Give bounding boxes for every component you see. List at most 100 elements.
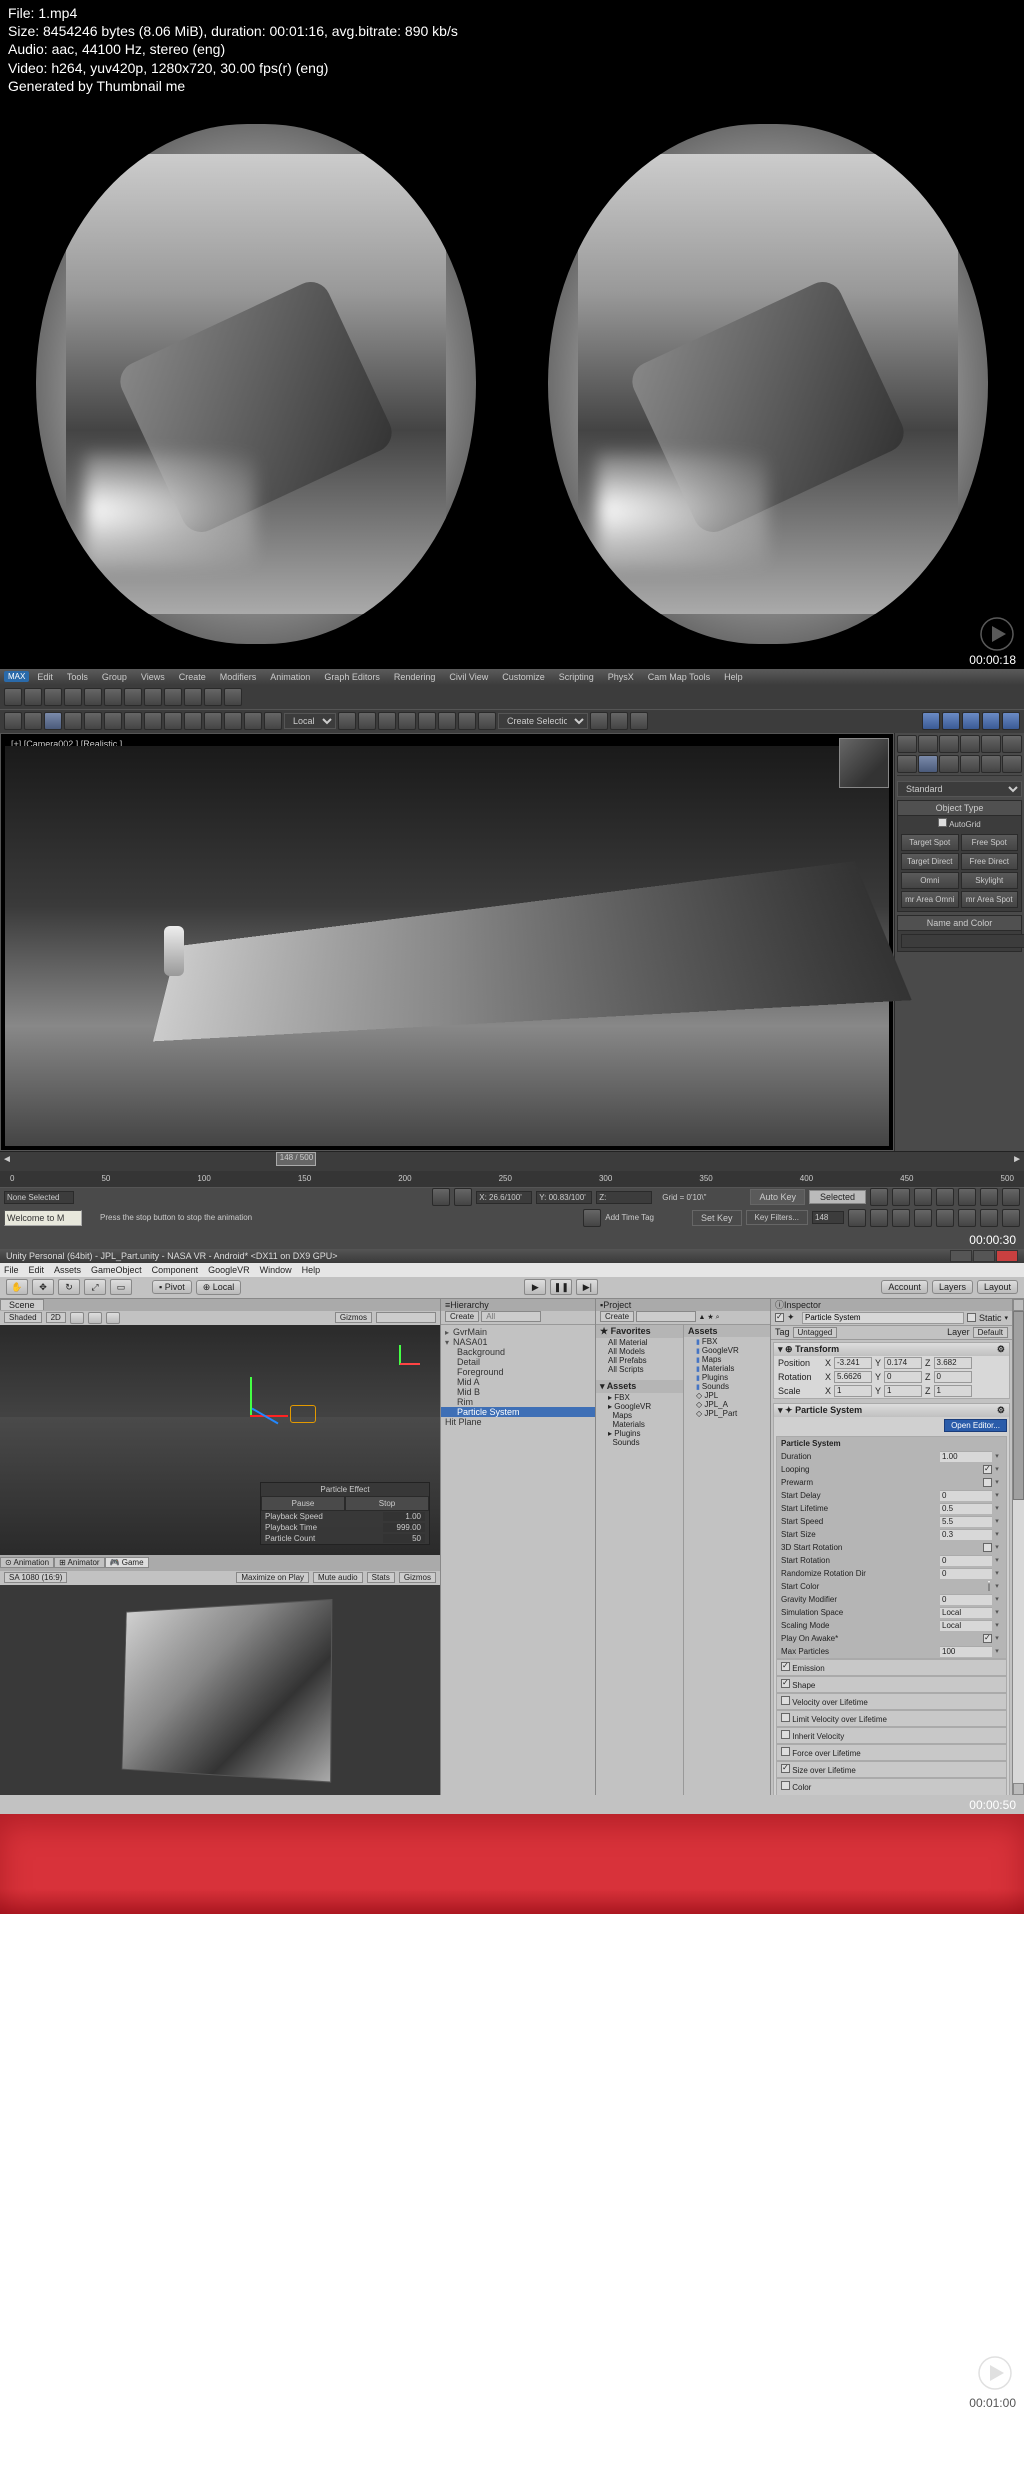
viewcube[interactable] — [839, 738, 889, 788]
scale-y-field[interactable]: 1 — [884, 1385, 922, 1397]
selection-lock-icon[interactable] — [454, 1188, 472, 1206]
ps-dropdown-icon[interactable]: ▾ — [992, 1634, 1002, 1642]
tree-item[interactable]: Detail — [441, 1357, 595, 1367]
playback-icon[interactable] — [914, 1188, 932, 1206]
ps-dropdown-icon[interactable]: ▾ — [992, 1530, 1002, 1538]
tool-icon[interactable] — [24, 712, 42, 730]
ps-dropdown-icon[interactable]: ▾ — [992, 1608, 1002, 1616]
tool-icon[interactable] — [24, 688, 42, 706]
pivot-toggle[interactable]: ▪ Pivot — [152, 1280, 192, 1294]
tool-icon[interactable] — [104, 688, 122, 706]
nav-icon[interactable] — [848, 1209, 866, 1227]
asset-item[interactable]: Maps — [684, 1355, 770, 1364]
tool-icon[interactable] — [224, 688, 242, 706]
tool-icon[interactable] — [358, 712, 376, 730]
ps-dropdown-icon[interactable]: ▾ — [992, 1465, 1002, 1473]
max-on-play-toggle[interactable]: Maximize on Play — [236, 1572, 309, 1583]
light-icon[interactable] — [70, 1312, 84, 1324]
local-toggle[interactable]: ⊕ Local — [196, 1280, 242, 1295]
hierarchy-tree[interactable]: ▸GvrMain ▾NASA01 Background Detail Foreg… — [441, 1325, 595, 1429]
step-button[interactable]: ▶| — [576, 1279, 598, 1295]
ps-module[interactable]: Shape — [776, 1676, 1007, 1693]
gizmos-dropdown[interactable]: Gizmos — [335, 1312, 372, 1323]
ps-checkbox[interactable] — [983, 1465, 992, 1474]
active-checkbox[interactable] — [775, 1313, 784, 1322]
module-checkbox[interactable] — [781, 1764, 790, 1773]
pause-button[interactable]: Pause — [261, 1496, 345, 1511]
render-icon[interactable] — [1002, 712, 1020, 730]
tool-icon[interactable] — [44, 688, 62, 706]
tool-icon[interactable] — [204, 688, 222, 706]
ps-value-field[interactable]: 0 — [940, 1594, 992, 1605]
menu-modifiers[interactable]: Modifiers — [214, 671, 263, 683]
ps-module[interactable]: Inherit Velocity — [776, 1727, 1007, 1744]
menu-file[interactable]: File — [4, 1265, 19, 1275]
ps-module[interactable]: Limit Velocity over Lifetime — [776, 1710, 1007, 1727]
ps-value-field[interactable]: 1.00 — [940, 1451, 992, 1462]
max-viewport[interactable]: [+] [Camera002 ] [Realistic ] — [0, 733, 894, 1151]
static-checkbox[interactable] — [967, 1313, 976, 1322]
scene-gizmo[interactable] — [380, 1345, 420, 1385]
key-mode-dropdown[interactable]: Selected — [809, 1190, 866, 1204]
object-name-input[interactable] — [901, 934, 1024, 948]
favorites-header[interactable]: ★ Favorites — [596, 1325, 683, 1338]
menu-edit[interactable]: Edit — [29, 1265, 45, 1275]
frame-spinner[interactable]: 148 — [812, 1211, 844, 1224]
render-icon[interactable] — [962, 712, 980, 730]
render-icon[interactable] — [942, 712, 960, 730]
ps-dropdown-icon[interactable]: ▾ — [992, 1556, 1002, 1564]
ps-module[interactable]: Force over Lifetime — [776, 1744, 1007, 1761]
start-color-field[interactable] — [988, 1581, 990, 1591]
nav-icon[interactable] — [1002, 1209, 1020, 1227]
rot-y-field[interactable]: 0 — [884, 1371, 922, 1383]
layout-dropdown[interactable]: Layout — [977, 1280, 1018, 1294]
ps-module[interactable]: Emission — [776, 1659, 1007, 1676]
ps-dropdown-icon[interactable]: ▾ — [992, 1621, 1002, 1629]
account-dropdown[interactable]: Account — [881, 1280, 928, 1294]
tool-icon[interactable] — [184, 688, 202, 706]
rot-z-field[interactable]: 0 — [934, 1371, 972, 1383]
menu-component[interactable]: Component — [152, 1265, 199, 1275]
setkey-button[interactable]: Set Key — [692, 1210, 742, 1226]
close-button[interactable] — [996, 1250, 1018, 1262]
project-item[interactable]: All Prefabs — [596, 1356, 683, 1365]
module-checkbox[interactable] — [781, 1696, 790, 1705]
audio-icon[interactable] — [88, 1312, 102, 1324]
tree-item[interactable]: Rim — [441, 1397, 595, 1407]
menu-group[interactable]: Group — [96, 671, 133, 683]
tag-icon[interactable] — [583, 1209, 601, 1227]
light-type-button[interactable]: Free Spot — [961, 834, 1019, 851]
ps-dropdown-icon[interactable]: ▾ — [992, 1582, 1002, 1590]
tool-icon[interactable] — [164, 712, 182, 730]
max-menubar[interactable]: MAX Edit Tools Group Views Create Modifi… — [0, 669, 1024, 685]
tool-icon[interactable] — [204, 712, 222, 730]
nav-icon[interactable] — [870, 1209, 888, 1227]
selection-set-dropdown[interactable]: Create Selection Se — [498, 713, 588, 729]
ps-dropdown-icon[interactable]: ▾ — [992, 1543, 1002, 1551]
stop-button[interactable]: Stop — [345, 1496, 429, 1511]
menu-assets[interactable]: Assets — [54, 1265, 81, 1275]
menu-create[interactable]: Create — [173, 671, 212, 683]
time-ruler[interactable]: 050100150200250300350400450500 — [0, 1171, 1024, 1187]
tool-icon[interactable] — [4, 688, 22, 706]
menu-scripting[interactable]: Scripting — [553, 671, 600, 683]
playback-icon[interactable] — [936, 1188, 954, 1206]
script-listener[interactable]: Welcome to M — [4, 1210, 82, 1226]
playback-icon[interactable] — [1002, 1188, 1020, 1206]
ps-dropdown-icon[interactable]: ▾ — [992, 1595, 1002, 1603]
assets-header[interactable]: ▾ Assets — [596, 1380, 683, 1393]
rollout-name-color[interactable]: Name and Color — [898, 916, 1021, 931]
playback-icon[interactable] — [870, 1188, 888, 1206]
scene-view[interactable]: Particle Effect PauseStop Playback Speed… — [0, 1325, 440, 1555]
utilities-tab-icon[interactable] — [1002, 735, 1022, 753]
subcategory-dropdown[interactable]: Standard — [897, 781, 1022, 797]
ps-dropdown-icon[interactable]: ▾ — [992, 1491, 1002, 1499]
layers-dropdown[interactable]: Layers — [932, 1280, 973, 1294]
stats-toggle[interactable]: Stats — [367, 1572, 395, 1583]
tree-item[interactable]: Mid A — [441, 1377, 595, 1387]
tool-icon[interactable] — [104, 712, 122, 730]
project-search[interactable] — [636, 1311, 696, 1322]
menu-views[interactable]: Views — [135, 671, 171, 683]
unity-titlebar[interactable]: Unity Personal (64bit) - JPL_Part.unity … — [0, 1249, 1024, 1263]
tool-icon[interactable] — [438, 712, 456, 730]
